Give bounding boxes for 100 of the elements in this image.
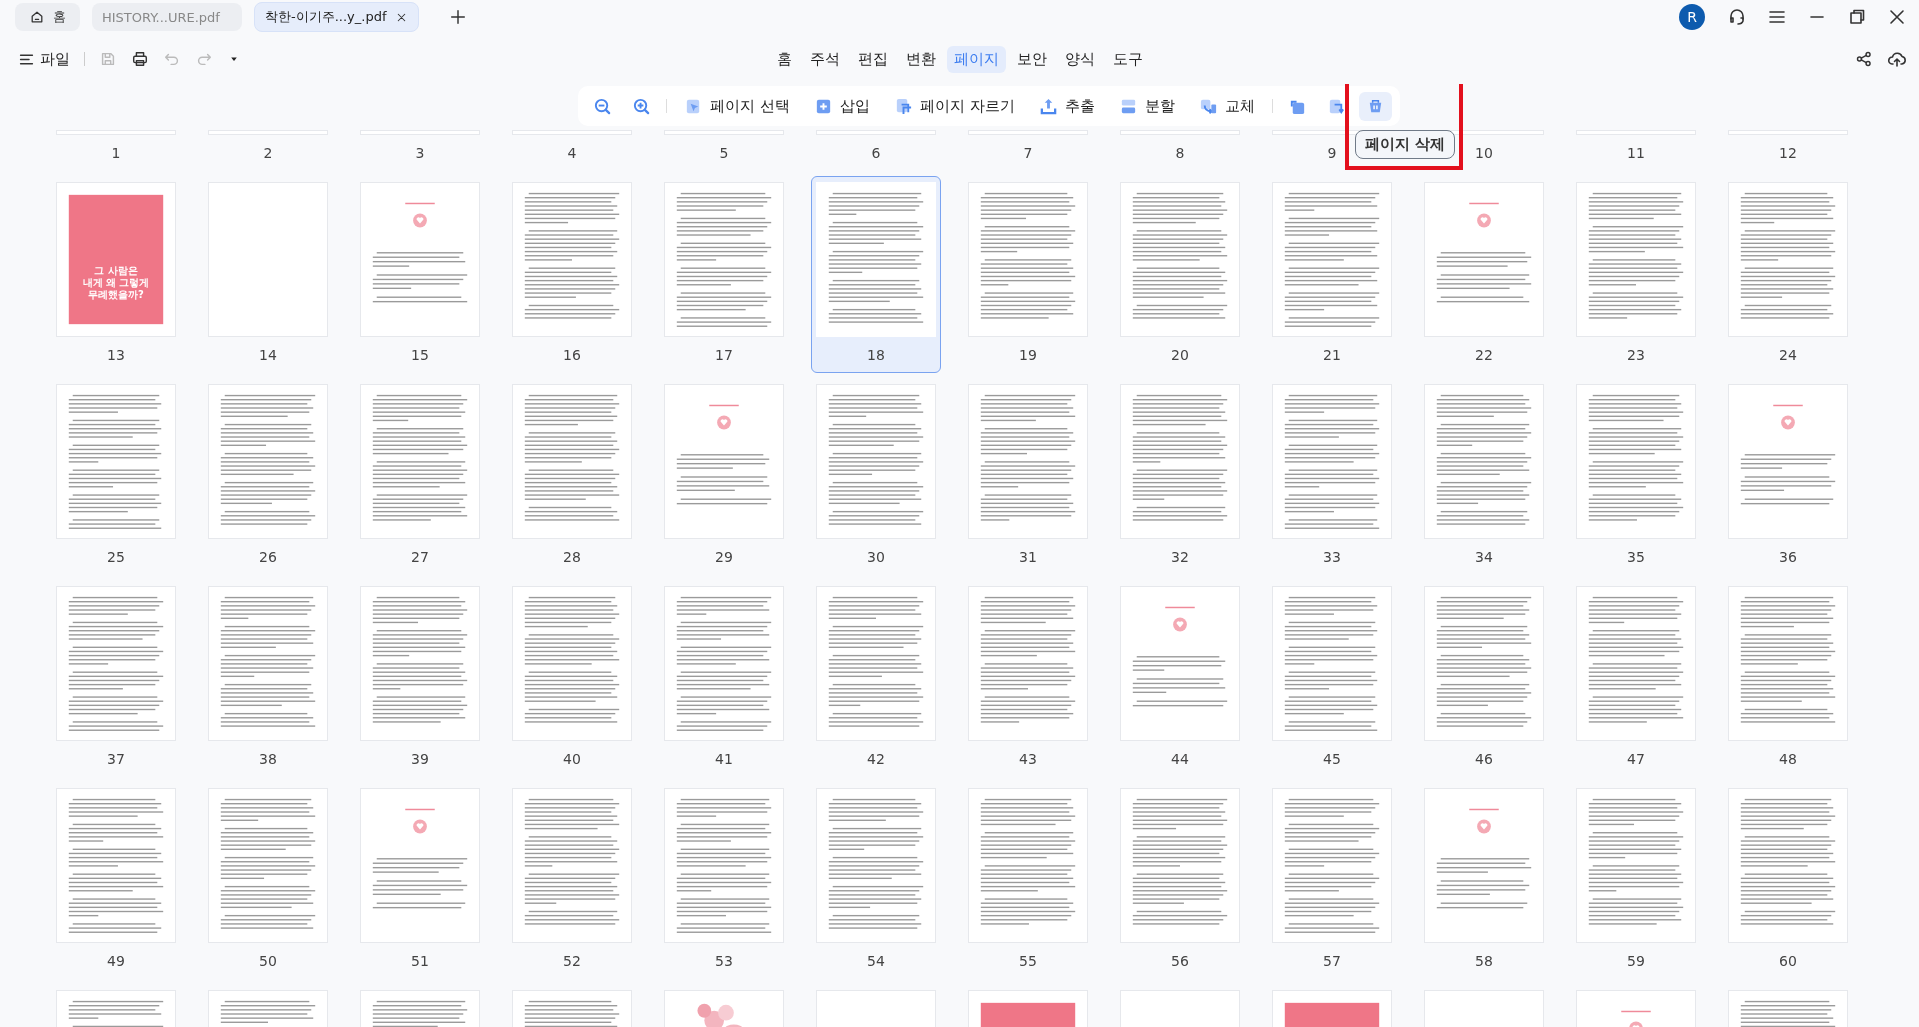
ribbon-tab[interactable]: 편집 [851, 45, 895, 73]
page-thumbnail[interactable] [1424, 384, 1544, 539]
page-thumbnail[interactable] [1424, 788, 1544, 943]
page-thumbnail[interactable] [208, 130, 328, 135]
page-thumbnail[interactable] [1272, 384, 1392, 539]
page-thumbnail[interactable] [208, 788, 328, 943]
ribbon-tab[interactable]: 양식 [1058, 45, 1102, 73]
page-thumbnail[interactable] [512, 182, 632, 337]
page-thumbnail[interactable] [1576, 130, 1696, 135]
page-thumbnail[interactable] [1576, 586, 1696, 741]
page-thumbnail[interactable] [816, 788, 936, 943]
page-number: 16 [563, 346, 581, 365]
page-thumbnail[interactable] [1120, 130, 1240, 135]
toolbar-button[interactable]: 페이지 자르기 [884, 91, 1024, 121]
page-thumbnail[interactable] [664, 182, 784, 337]
page-thumbnail[interactable] [1576, 384, 1696, 539]
page-number: 35 [1627, 548, 1645, 567]
save-icon[interactable] [99, 50, 117, 68]
toolbar-button[interactable]: 삽입 [804, 91, 879, 121]
page-thumbnail[interactable] [1576, 788, 1696, 943]
new-tab-icon[interactable] [448, 8, 467, 26]
toolbar-button[interactable]: 추출 [1029, 91, 1104, 121]
toolbar-button[interactable]: 분할 [1109, 91, 1184, 121]
page-thumbnail[interactable] [1424, 586, 1544, 741]
page-thumbnail[interactable] [1120, 788, 1240, 943]
page-thumbnail[interactable] [360, 586, 480, 741]
page-thumbnail[interactable] [664, 384, 784, 539]
page-thumbnail[interactable] [56, 384, 176, 539]
close-icon[interactable] [1887, 7, 1907, 27]
headset-icon[interactable] [1727, 7, 1747, 27]
page-number: 2 [263, 144, 273, 163]
page-thumbnail[interactable] [968, 130, 1088, 135]
page-thumbnail[interactable] [1424, 182, 1544, 337]
page-thumbnail[interactable] [1728, 384, 1848, 539]
page-thumbnail[interactable] [360, 130, 480, 135]
page-number: 52 [563, 952, 581, 971]
page-thumbnail[interactable] [1728, 586, 1848, 741]
share-icon[interactable] [1855, 50, 1873, 68]
account-avatar[interactable]: R [1679, 4, 1705, 30]
ribbon-tab[interactable]: 보안 [1010, 45, 1054, 73]
page-thumbnail[interactable] [208, 586, 328, 741]
page-thumbnail[interactable] [968, 586, 1088, 741]
cloud-upload-icon[interactable] [1887, 49, 1907, 69]
page-thumbnail[interactable] [1120, 182, 1240, 337]
page-number: 5 [719, 144, 729, 163]
page-thumbnail[interactable] [512, 788, 632, 943]
page-thumbnail[interactable] [1728, 788, 1848, 943]
ribbon-tab[interactable]: 변환 [899, 45, 943, 73]
page-number: 55 [1019, 952, 1037, 971]
page-thumbnail[interactable] [664, 586, 784, 741]
file-menu[interactable]: 파일 [18, 49, 70, 69]
page-number: 6 [871, 144, 881, 163]
ribbon-tab[interactable]: 도구 [1106, 45, 1150, 73]
ribbon-tab[interactable]: 주석 [803, 45, 847, 73]
page-thumbnail[interactable] [56, 586, 176, 741]
page-thumbnail[interactable] [1272, 788, 1392, 943]
page-thumbnail[interactable] [1272, 182, 1392, 337]
page-number: 54 [867, 952, 885, 971]
page-thumbnail[interactable] [816, 384, 936, 539]
page-thumbnail[interactable] [664, 130, 784, 135]
toolbar-button[interactable]: 교체 [1189, 91, 1264, 121]
page-thumbnail[interactable] [968, 384, 1088, 539]
page-number: 24 [1779, 346, 1797, 365]
page-thumbnail[interactable] [360, 788, 480, 943]
ribbon-tab[interactable]: 홈 [770, 45, 799, 73]
page-thumbnail[interactable] [208, 384, 328, 539]
page-thumbnail[interactable] [816, 130, 936, 135]
page-thumbnail[interactable] [360, 384, 480, 539]
page-number: 3 [415, 144, 425, 163]
zoom-in-icon [632, 96, 651, 116]
page-thumbnail[interactable] [512, 130, 632, 135]
page-thumbnail[interactable] [1120, 586, 1240, 741]
page-number: 10 [1475, 144, 1493, 163]
restore-icon[interactable] [1847, 7, 1867, 27]
page-thumbnail[interactable] [56, 130, 176, 135]
tab[interactable]: 홈 [15, 3, 80, 31]
page-thumbnail[interactable] [1120, 384, 1240, 539]
page-thumbnail[interactable] [1272, 586, 1392, 741]
page-thumbnail[interactable] [56, 788, 176, 943]
page-thumbnail[interactable] [816, 586, 936, 741]
page-thumbnail[interactable] [1728, 130, 1848, 135]
toolbar-button[interactable]: 페이지 선택 [675, 91, 799, 121]
page-number: 38 [259, 750, 277, 769]
page-number: 47 [1627, 750, 1645, 769]
page-number: 34 [1475, 548, 1493, 567]
tooltip: 페이지 삭제 [1354, 129, 1455, 159]
page-thumbnail[interactable] [816, 182, 936, 337]
page-thumbnail[interactable] [968, 182, 1088, 337]
page-number: 4 [567, 144, 577, 163]
page-thumbnail[interactable] [968, 788, 1088, 943]
page-thumbnail[interactable] [512, 586, 632, 741]
page-thumbnail[interactable] [664, 788, 784, 943]
page-thumbnail[interactable] [360, 182, 480, 337]
page-thumbnail[interactable] [1728, 182, 1848, 337]
page-number: 1 [111, 144, 121, 163]
page-thumbnail[interactable] [208, 182, 328, 337]
page-thumbnail[interactable] [1576, 182, 1696, 337]
page-thumbnail[interactable] [512, 384, 632, 539]
print-icon[interactable] [131, 50, 149, 68]
tab[interactable]: 착한-이기주...y_.pdf [254, 2, 419, 32]
